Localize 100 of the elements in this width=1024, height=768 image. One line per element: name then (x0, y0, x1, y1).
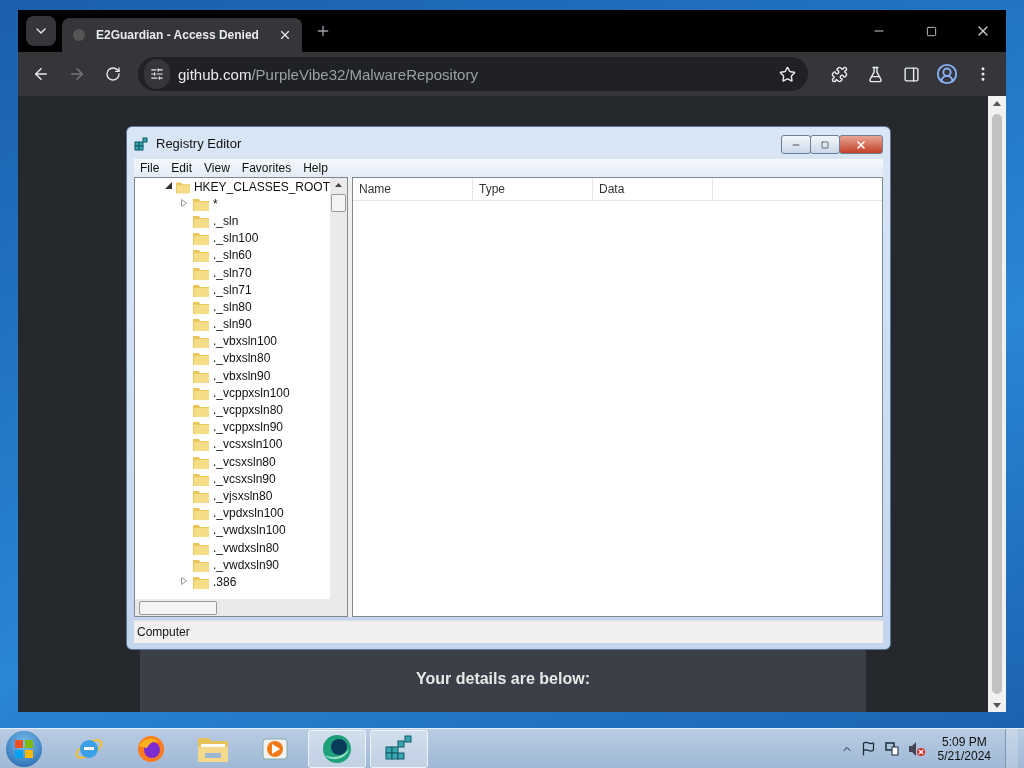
clock-date: 5/21/2024 (937, 748, 991, 763)
tree-item[interactable]: ._vcsxsln80 (213, 454, 276, 469)
new-tab-icon[interactable] (315, 23, 331, 39)
profile-icon[interactable] (936, 63, 958, 85)
folder-icon (193, 265, 209, 280)
menu-item[interactable]: File (134, 161, 166, 175)
browser-tab[interactable]: E2Guardian - Access Denied (62, 18, 302, 52)
orb-icon (321, 732, 353, 765)
flag-icon[interactable] (860, 741, 876, 756)
vertical-scrollbar[interactable] (330, 178, 347, 599)
tree-item[interactable]: ._vjsxsln80 (213, 488, 273, 503)
flask-icon[interactable] (866, 65, 884, 83)
scroll-up-icon[interactable] (993, 100, 1001, 106)
tree-item[interactable]: ._vwdxsln100 (213, 523, 286, 538)
maximize-icon[interactable] (925, 25, 937, 37)
column-header[interactable]: Type (473, 178, 593, 200)
fox-globe-icon (136, 733, 166, 764)
tree-item[interactable]: ._vcsxsln100 (213, 437, 283, 452)
folder-icon (193, 351, 209, 366)
tree-item[interactable]: ._vbxsln100 (213, 334, 278, 349)
folder-icon (193, 454, 209, 469)
scroll-thumb[interactable] (992, 114, 1002, 694)
folder-icon (193, 437, 209, 452)
folder-icon (193, 420, 209, 435)
tree-item[interactable]: ._vcppxsln100 (213, 385, 290, 400)
tree-item[interactable]: * (213, 196, 218, 211)
cubes-icon (134, 135, 150, 151)
folder-icon (193, 557, 209, 572)
tree-item[interactable]: ._vwdxsln80 (213, 540, 280, 555)
tab-search-button[interactable] (26, 16, 56, 46)
folder-icon (193, 403, 209, 418)
tree-item[interactable]: ._sln71 (213, 282, 252, 297)
close-button[interactable] (839, 135, 883, 154)
folder-icon (193, 540, 209, 555)
details-heading: Your details are below: (416, 670, 590, 688)
tree-item[interactable]: ._vcppxsln90 (213, 420, 284, 435)
tree-item[interactable]: .386 (213, 574, 237, 589)
horizontal-scrollbar[interactable] (135, 599, 347, 616)
start-button[interactable] (6, 730, 42, 767)
status-text: Computer (137, 625, 190, 639)
menu-item[interactable]: Help (297, 161, 334, 175)
reload-icon[interactable] (105, 66, 121, 82)
folder-icon (193, 248, 209, 263)
muted-speaker-icon[interactable] (907, 740, 926, 757)
folder-icon (193, 334, 209, 349)
tree-item[interactable]: ._vcppxsln80 (213, 403, 284, 418)
maximize-icon (821, 140, 829, 149)
forward-icon[interactable] (68, 65, 86, 83)
tree-item[interactable]: ._sln (213, 213, 239, 228)
folder-icon (193, 488, 209, 503)
window-title: Registry Editor (156, 135, 243, 151)
tree-item[interactable]: ._vbxsln90 (213, 368, 271, 383)
folder-icon (193, 574, 209, 589)
scroll-up-icon[interactable] (335, 183, 342, 187)
show-desktop-button[interactable] (1005, 728, 1018, 768)
close-icon[interactable] (278, 28, 292, 42)
network-icon[interactable] (883, 740, 900, 757)
folder-icon (193, 196, 209, 211)
star-icon[interactable] (778, 65, 796, 83)
scroll-down-icon[interactable] (993, 702, 1001, 708)
folder-icon (193, 506, 209, 521)
tree-item[interactable]: HKEY_CLASSES_ROOT (193, 179, 330, 194)
menu-item[interactable]: Favorites (235, 161, 298, 175)
folder-icon (193, 385, 209, 400)
tree-item[interactable]: ._vbxsln80 (213, 351, 271, 366)
folder-icon (193, 523, 209, 538)
maximize-button[interactable] (810, 135, 840, 154)
clock[interactable]: 5:09 PM 5/21/2024 (937, 734, 991, 763)
puzzle-icon[interactable] (830, 65, 848, 83)
windows-logo (15, 739, 33, 758)
scroll-thumb[interactable] (331, 194, 346, 212)
folder-icon (193, 299, 209, 314)
back-icon[interactable] (32, 65, 50, 83)
site-info-button[interactable] (144, 59, 170, 89)
column-header[interactable]: Name (353, 178, 473, 200)
tree-item[interactable]: ._sln80 (213, 299, 252, 314)
folder-icon (193, 213, 209, 228)
menu-item[interactable]: View (198, 161, 236, 175)
tab-title: E2Guardian - Access Denied (96, 28, 260, 42)
folder-icon (193, 368, 209, 383)
side-panel-icon[interactable] (902, 65, 920, 83)
page-scrollbar[interactable] (988, 96, 1006, 712)
tree-item[interactable]: ._vwdxsln90 (213, 557, 280, 572)
column-header[interactable]: Data (593, 178, 713, 200)
folder-icon (193, 471, 209, 486)
close-icon (855, 138, 867, 151)
folder-icon (193, 282, 209, 297)
tree-item[interactable]: ._vcsxsln90 (213, 471, 276, 486)
tree-item[interactable]: ._sln100 (213, 231, 259, 246)
minimize-button[interactable] (781, 135, 811, 154)
tree-item[interactable]: ._sln70 (213, 265, 252, 280)
sliders-icon (150, 67, 164, 81)
tree-item[interactable]: ._sln60 (213, 248, 252, 263)
scroll-thumb[interactable] (139, 600, 217, 615)
clock-time: 5:09 PM (941, 734, 987, 749)
taskbar-app[interactable] (370, 729, 428, 768)
taskbar-app[interactable] (308, 729, 366, 768)
tree-item[interactable]: ._sln90 (213, 317, 252, 332)
tree-item[interactable]: ._vpdxsln100 (213, 506, 284, 521)
menu-item[interactable]: Edit (165, 161, 199, 175)
